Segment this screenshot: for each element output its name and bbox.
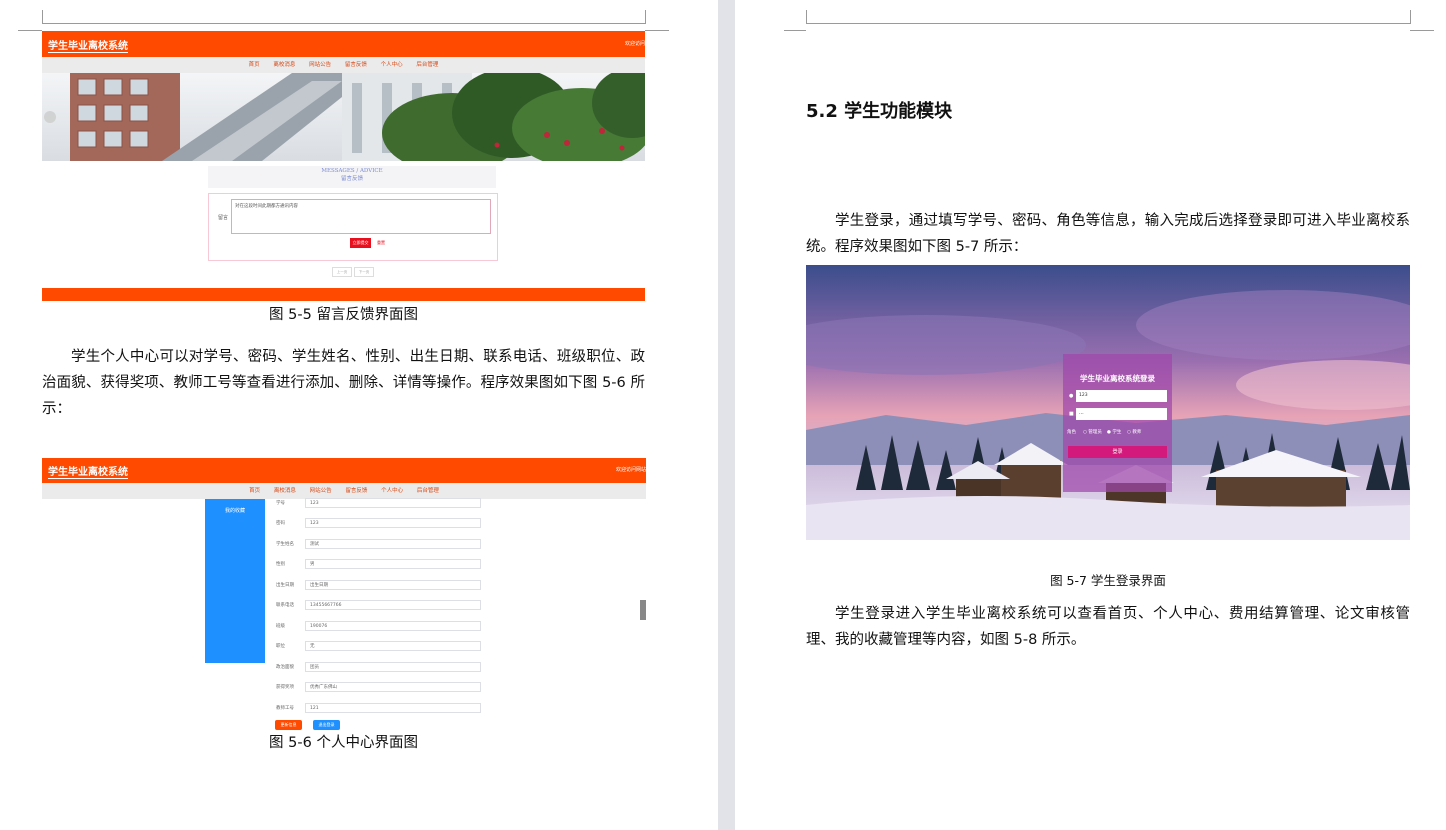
body-paragraph: 学生登录，通过填写学号、密码、角色等信息，输入完成后选择登录即可进入毕业离校系统… bbox=[806, 213, 1410, 255]
role-option-teacher[interactable]: ○ 教师 bbox=[1127, 429, 1141, 435]
gender-select[interactable]: 男 bbox=[305, 559, 481, 569]
nav-home: 首页 bbox=[249, 488, 261, 494]
site-footer bbox=[42, 288, 645, 301]
crop-mark bbox=[806, 23, 1410, 24]
figure-login-screen: 学生毕业离校系统登录 ● 123 ■ ··· 角色 ○ 管理员 ● 学生 ○ 教… bbox=[806, 265, 1410, 540]
site-header: 学生毕业离校系统 欢迎访问 bbox=[42, 31, 645, 57]
field-label: 性别 bbox=[276, 562, 285, 567]
figure-caption: 图 5-6 个人中心界面图 bbox=[269, 735, 418, 751]
crop-mark bbox=[784, 30, 806, 31]
document-page-left: 学生毕业离校系统 欢迎访问 首页 离校消息 网站公告 留言反馈 个人中心 后台管… bbox=[0, 0, 718, 830]
student-id-input[interactable]: 123 bbox=[1076, 390, 1167, 402]
position-input[interactable]: 无 bbox=[305, 641, 481, 651]
login-button[interactable]: 登录 bbox=[1068, 446, 1167, 458]
next-page-button[interactable]: 下一页 bbox=[354, 267, 374, 277]
nav-feedback: 留言反馈 bbox=[345, 488, 368, 494]
field-label: 政治面貌 bbox=[276, 665, 294, 670]
political-status-input[interactable]: 团员 bbox=[305, 662, 481, 672]
role-option-label: 教师 bbox=[1132, 430, 1142, 435]
site-title: 学生毕业离校系统 bbox=[48, 463, 128, 479]
nav-profile: 个人中心 bbox=[380, 62, 403, 68]
message-label: 留言 bbox=[218, 215, 229, 221]
nav-profile: 个人中心 bbox=[381, 488, 404, 494]
crop-mark bbox=[645, 10, 646, 24]
field-label: 学生姓名 bbox=[276, 542, 294, 547]
figure-caption: 图 5-7 学生登录界面 bbox=[1050, 573, 1166, 588]
submit-button[interactable]: 立即提交 bbox=[350, 238, 371, 248]
field-label: 教师工号 bbox=[276, 706, 294, 711]
body-paragraph: 学生登录进入学生毕业离校系统可以查看首页、个人中心、费用结算管理、论文审核管理、… bbox=[806, 606, 1410, 648]
field-label: 职位 bbox=[276, 644, 285, 649]
login-title: 学生毕业离校系统登录 bbox=[1080, 374, 1155, 383]
password-input[interactable]: 123 bbox=[305, 518, 481, 528]
welcome-text: 欢迎访问网站 bbox=[615, 467, 646, 473]
field-label: 班级 bbox=[276, 624, 285, 629]
student-name-input[interactable]: 测试 bbox=[305, 539, 481, 549]
message-section-title: MESSAGES / ADVICE 留言反馈 bbox=[208, 166, 496, 188]
field-label: 获得奖项 bbox=[276, 685, 294, 690]
figure-caption: 图 5-5 留言反馈界面图 bbox=[269, 307, 418, 323]
sidebar: 我的收藏 bbox=[205, 499, 265, 663]
birthdate-input[interactable]: 出生日期 bbox=[305, 580, 481, 590]
site-nav: 首页 离校消息 网站公告 留言反馈 个人中心 后台管理 bbox=[42, 57, 645, 73]
student-id-input[interactable]: 123 bbox=[305, 498, 481, 508]
site-title: 学生毕业离校系统 bbox=[48, 37, 128, 53]
role-option-label: 管理员 bbox=[1088, 430, 1102, 435]
crop-mark bbox=[18, 30, 42, 31]
crop-mark bbox=[1410, 10, 1411, 24]
crop-mark bbox=[806, 10, 807, 24]
update-info-button[interactable]: 更新信息 bbox=[275, 720, 302, 730]
reset-button[interactable]: 重置 bbox=[374, 238, 388, 248]
section-heading: 5.2 学生功能模块 bbox=[806, 101, 953, 122]
document-page-right: 5.2 学生功能模块 学生登录，通过填写学号、密码、角色等信息，输入完成后选择登… bbox=[735, 0, 1446, 830]
teacher-id-select[interactable]: 121 bbox=[305, 703, 481, 713]
phone-input[interactable]: 13455667766 bbox=[305, 600, 481, 610]
nav-news: 离校消息 bbox=[273, 62, 296, 68]
login-panel: 学生毕业离校系统登录 ● 123 ■ ··· 角色 ○ 管理员 ● 学生 ○ 教… bbox=[1063, 354, 1172, 492]
awards-input[interactable]: 优秀广东佛山 bbox=[305, 682, 481, 692]
message-textarea[interactable]: 对在这段时间此期都方通讯内容 bbox=[231, 199, 491, 234]
figure-message-feedback: 学生毕业离校系统 欢迎访问 首页 离校消息 网站公告 留言反馈 个人中心 后台管… bbox=[42, 31, 645, 301]
nav-admin: 后台管理 bbox=[416, 488, 439, 494]
crop-mark bbox=[42, 23, 645, 24]
crop-mark bbox=[645, 30, 669, 31]
sidebar-item-favorites[interactable]: 我的收藏 bbox=[205, 507, 265, 514]
nav-home: 首页 bbox=[248, 62, 260, 68]
site-header: 学生毕业离校系统 欢迎访问网站 bbox=[42, 458, 646, 483]
role-option-label: 学生 bbox=[1112, 430, 1122, 435]
body-paragraph: 学生个人中心可以对学号、密码、学生姓名、性别、出生日期、联系电话、班级职位、政治… bbox=[42, 349, 645, 417]
field-label: 学号 bbox=[276, 501, 285, 506]
password-input[interactable]: ··· bbox=[1076, 408, 1167, 420]
nav-admin: 后台管理 bbox=[416, 62, 439, 68]
nav-feedback: 留言反馈 bbox=[344, 62, 367, 68]
prev-page-button[interactable]: 上一页 bbox=[332, 267, 352, 277]
field-label: 联系电话 bbox=[276, 603, 294, 608]
field-label: 出生日期 bbox=[276, 583, 294, 588]
nav-notice: 网站公告 bbox=[309, 488, 332, 494]
logout-button[interactable]: 退出登录 bbox=[313, 720, 340, 730]
role-option-admin[interactable]: ○ 管理员 bbox=[1083, 429, 1102, 435]
role-label: 角色 bbox=[1067, 430, 1076, 435]
crop-mark bbox=[1410, 30, 1434, 31]
campus-banner-image bbox=[42, 73, 645, 161]
nav-news: 离校消息 bbox=[273, 488, 296, 494]
field-label: 密码 bbox=[276, 521, 285, 526]
page-gutter bbox=[718, 0, 735, 830]
site-nav: 首页 离校消息 网站公告 留言反馈 个人中心 后台管理 bbox=[42, 483, 646, 499]
nav-notice: 网站公告 bbox=[309, 62, 332, 68]
crop-mark bbox=[42, 10, 43, 24]
role-option-student[interactable]: ● 学生 bbox=[1107, 429, 1121, 435]
scrollbar-thumb[interactable] bbox=[640, 600, 646, 620]
message-form: 留言 对在这段时间此期都方通讯内容 立即提交 重置 bbox=[208, 193, 498, 261]
section-title-cn: 留言反馈 bbox=[340, 176, 363, 182]
user-icon: ● bbox=[1069, 393, 1074, 399]
class-input[interactable]: 190076 bbox=[305, 621, 481, 631]
figure-personal-center: 学生毕业离校系统 欢迎访问网站 首页 离校消息 网站公告 留言反馈 个人中心 后… bbox=[42, 458, 646, 730]
lock-icon: ■ bbox=[1069, 411, 1074, 417]
welcome-text: 欢迎访问 bbox=[624, 41, 645, 47]
